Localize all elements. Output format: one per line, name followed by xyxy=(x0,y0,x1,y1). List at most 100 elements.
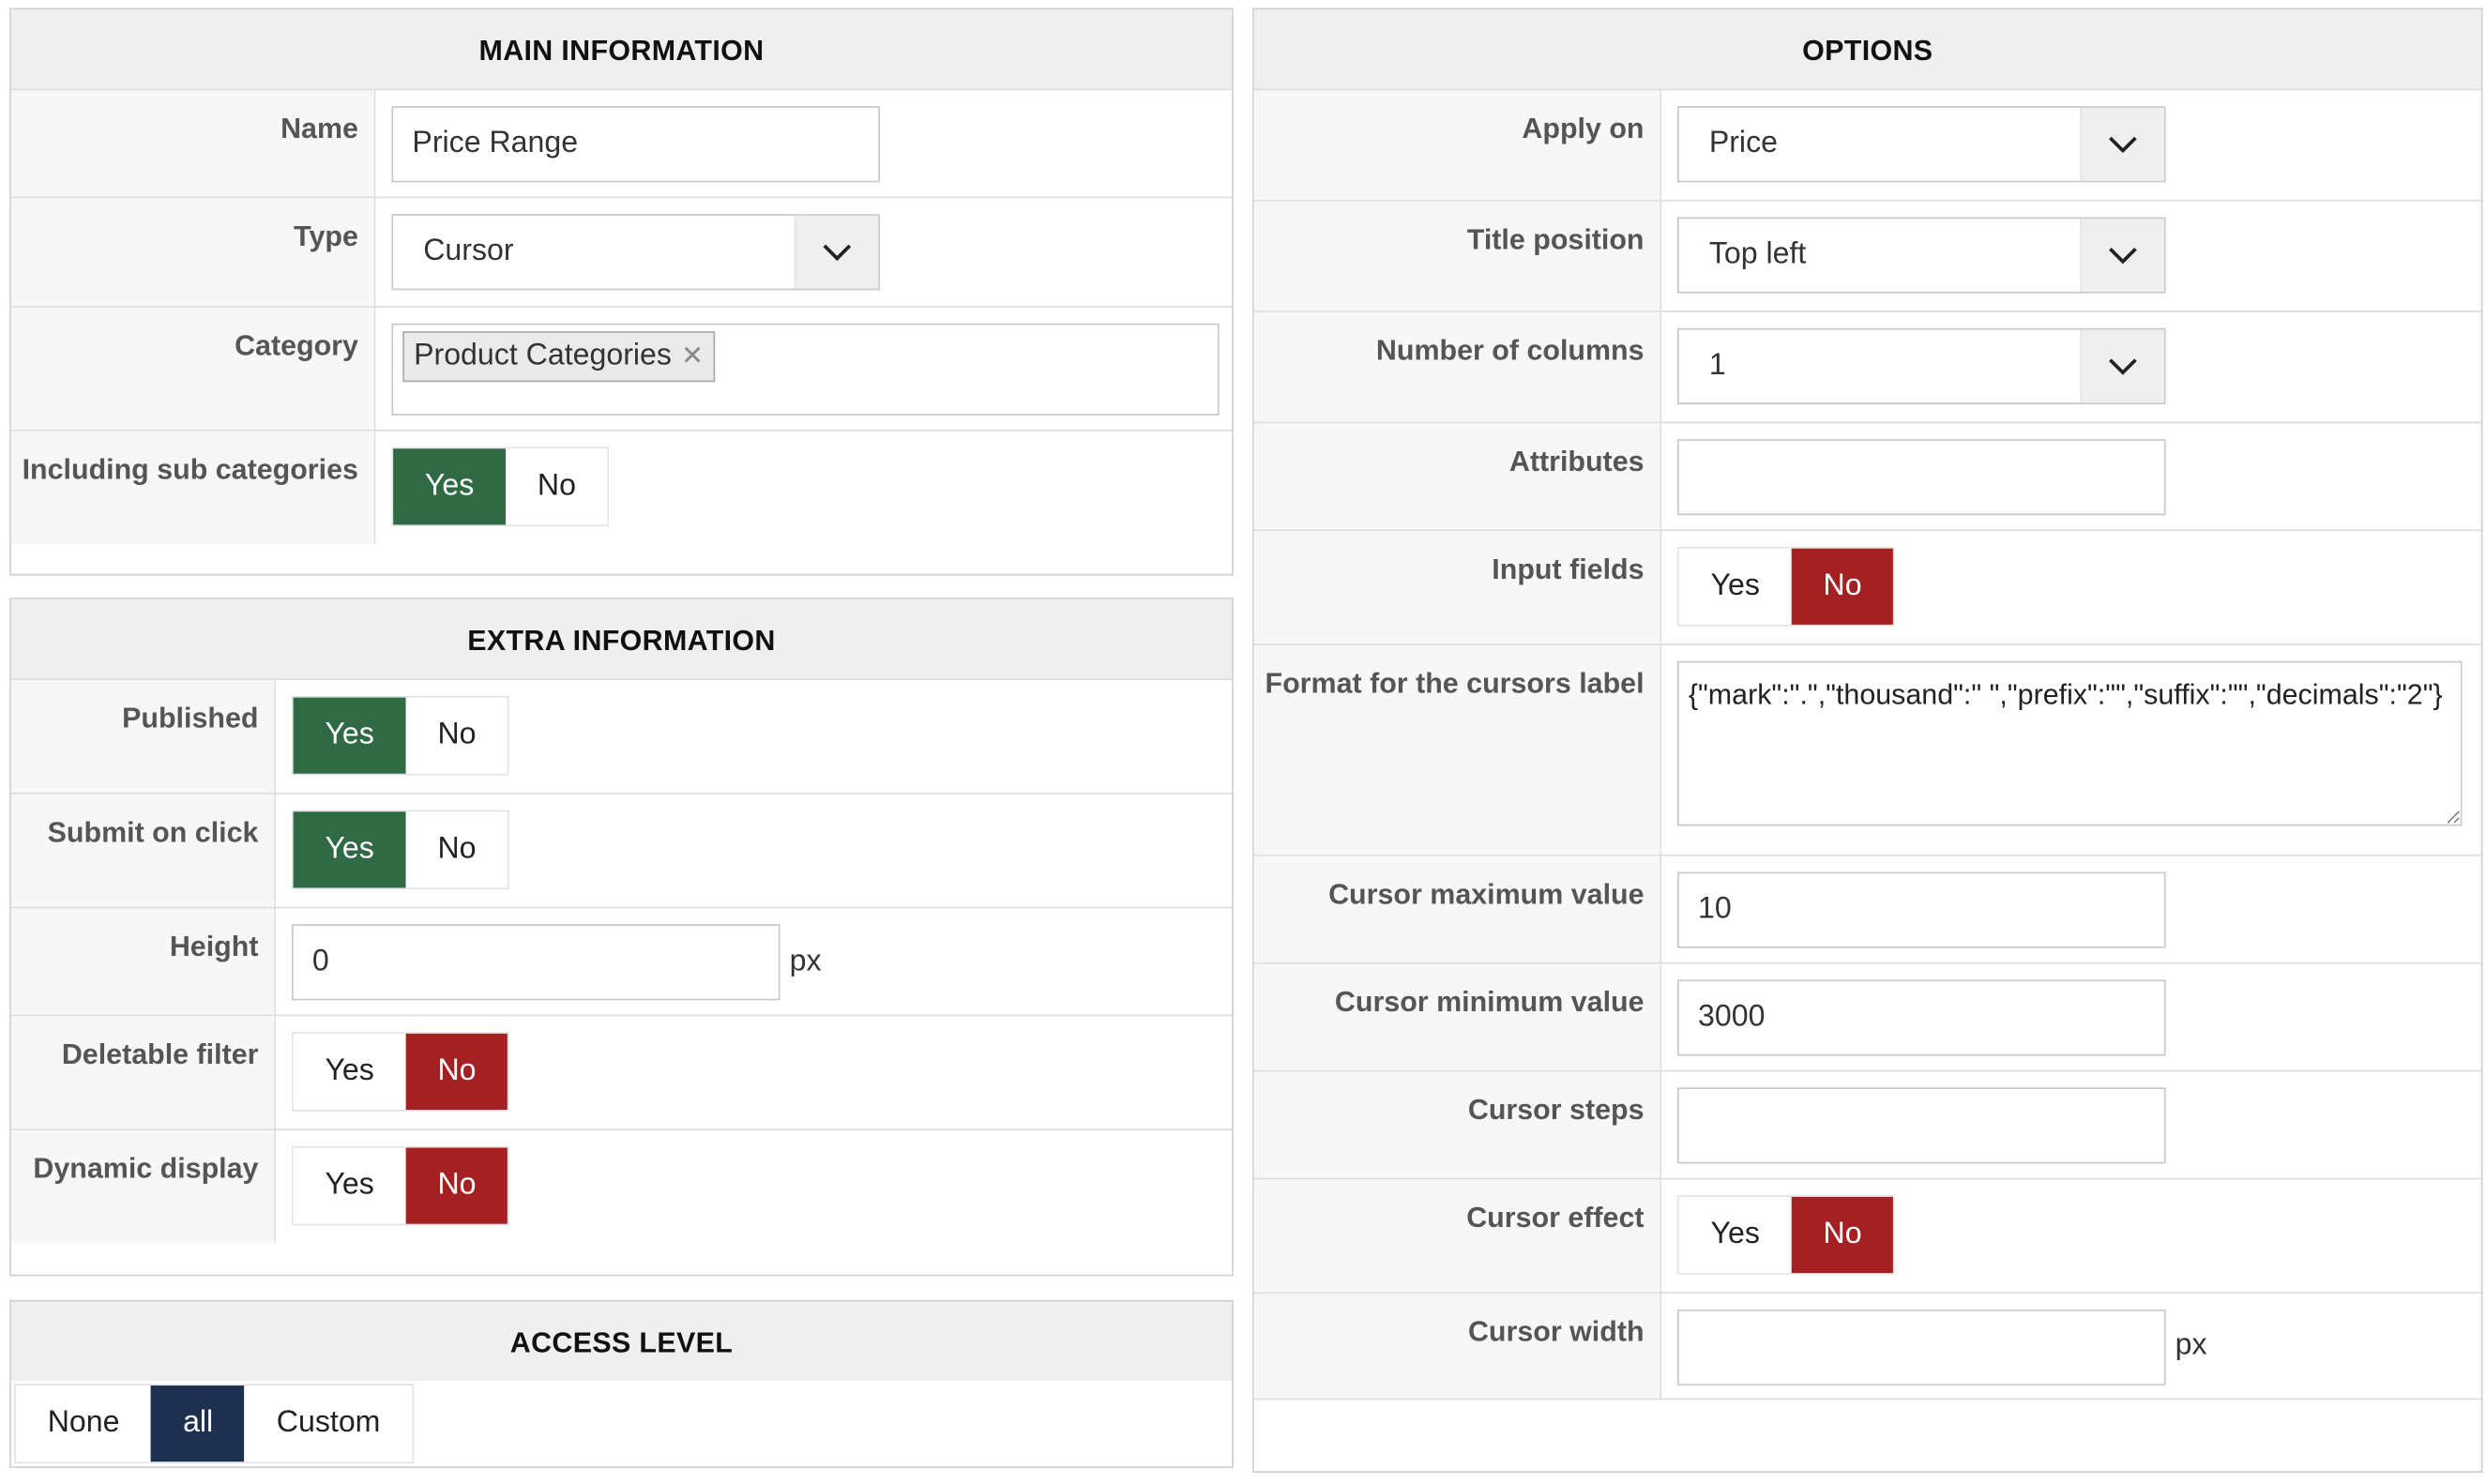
height-input[interactable]: 0 xyxy=(291,924,781,1001)
steps-input[interactable] xyxy=(1677,1087,2166,1164)
format-label: Format for the cursors label xyxy=(1253,644,1662,855)
steps-label: Cursor steps xyxy=(1253,1071,1662,1178)
access-level-title: ACCESS LEVEL xyxy=(10,1301,1233,1381)
name-row: Name Price Range xyxy=(10,88,1233,197)
published-no-button[interactable]: No xyxy=(405,697,508,774)
columns-label: Number of columns xyxy=(1253,311,1662,422)
format-textarea[interactable]: {"mark":".","thousand":" ","prefix":"","… xyxy=(1677,660,2463,826)
attributes-row: Attributes xyxy=(1253,421,2481,530)
columns-row: Number of columns 1 xyxy=(1253,310,2481,422)
effect-row: Cursor effect Yes No xyxy=(1253,1177,2481,1293)
max-row: Cursor maximum value 10 xyxy=(1253,854,2481,962)
including-yes-button[interactable]: Yes xyxy=(393,448,507,525)
steps-row: Cursor steps xyxy=(1253,1069,2481,1178)
access-level-panel: ACCESS LEVEL None all Custom xyxy=(9,1299,1234,1468)
options-panel: OPTIONS Apply on Price Title position To… xyxy=(1252,8,2483,1474)
width-unit: px xyxy=(2175,1328,2207,1362)
category-row: Category Product Categories ✕ xyxy=(10,306,1233,430)
apply-on-value: Price xyxy=(1708,127,1778,160)
remove-tag-icon[interactable]: ✕ xyxy=(681,341,704,372)
input-fields-no-button[interactable]: No xyxy=(1791,548,1894,625)
effect-yes-button[interactable]: Yes xyxy=(1678,1196,1792,1274)
effect-label: Cursor effect xyxy=(1253,1179,1662,1293)
category-label: Category xyxy=(10,307,376,430)
input-fields-toggle: Yes No xyxy=(1677,547,1896,627)
effect-no-button[interactable]: No xyxy=(1791,1196,1894,1274)
access-custom-button[interactable]: Custom xyxy=(244,1386,413,1462)
access-none-button[interactable]: None xyxy=(15,1386,152,1462)
width-row: Cursor width px xyxy=(1253,1292,2481,1401)
submit-yes-button[interactable]: Yes xyxy=(293,811,406,888)
chevron-down-icon[interactable] xyxy=(794,215,879,289)
title-position-select[interactable]: Top left xyxy=(1677,217,2166,294)
max-label: Cursor maximum value xyxy=(1253,856,1662,962)
width-input[interactable] xyxy=(1677,1309,2166,1386)
min-input[interactable]: 3000 xyxy=(1677,979,2166,1056)
including-no-button[interactable]: No xyxy=(506,448,608,525)
chevron-down-icon[interactable] xyxy=(2080,329,2164,403)
main-information-panel: MAIN INFORMATION Name Price Range Type C… xyxy=(9,8,1234,576)
attributes-label: Attributes xyxy=(1253,423,1662,530)
including-label: Including sub categories xyxy=(10,431,376,544)
type-row: Type Cursor xyxy=(10,196,1233,307)
chevron-down-icon[interactable] xyxy=(2080,219,2164,292)
apply-on-row: Apply on Price xyxy=(1253,88,2481,200)
submit-row: Submit on click Yes No xyxy=(10,793,1233,907)
published-label: Published xyxy=(10,680,277,793)
height-row: Height 0 px xyxy=(10,906,1233,1015)
access-all-button[interactable]: all xyxy=(151,1386,245,1462)
width-label: Cursor width xyxy=(1253,1294,1662,1399)
type-select-value: Cursor xyxy=(423,235,514,268)
dynamic-yes-button[interactable]: Yes xyxy=(293,1147,406,1224)
type-select[interactable]: Cursor xyxy=(391,214,880,291)
access-level-toggle: None all Custom xyxy=(14,1384,414,1463)
columns-value: 1 xyxy=(1708,348,1726,383)
published-toggle: Yes No xyxy=(291,695,509,776)
height-label: Height xyxy=(10,908,277,1015)
min-label: Cursor minimum value xyxy=(1253,963,1662,1070)
chevron-down-icon[interactable] xyxy=(2080,107,2164,181)
dynamic-toggle: Yes No xyxy=(291,1145,509,1226)
extra-information-panel: EXTRA INFORMATION Published Yes No Submi… xyxy=(9,598,1234,1277)
name-input[interactable]: Price Range xyxy=(391,106,880,183)
apply-on-label: Apply on xyxy=(1253,90,1662,200)
type-label: Type xyxy=(10,198,376,307)
apply-on-select[interactable]: Price xyxy=(1677,106,2166,183)
format-row: Format for the cursors label {"mark":"."… xyxy=(1253,644,2481,855)
submit-no-button[interactable]: No xyxy=(405,811,508,888)
including-row: Including sub categories Yes No xyxy=(10,429,1233,544)
category-tag-label: Product Categories xyxy=(414,339,672,373)
title-position-value: Top left xyxy=(1708,237,1807,271)
effect-toggle: Yes No xyxy=(1677,1195,1896,1275)
dynamic-label: Dynamic display xyxy=(10,1129,277,1243)
deletable-no-button[interactable]: No xyxy=(405,1033,508,1110)
form-stage: MAIN INFORMATION Name Price Range Type C… xyxy=(0,0,2486,1484)
columns-select[interactable]: 1 xyxy=(1677,327,2166,404)
dynamic-row: Dynamic display Yes No xyxy=(10,1128,1233,1243)
deletable-row: Deletable filter Yes No xyxy=(10,1014,1233,1129)
dynamic-no-button[interactable]: No xyxy=(405,1147,508,1224)
category-tag: Product Categories ✕ xyxy=(402,331,716,383)
name-label: Name xyxy=(10,90,376,197)
deletable-label: Deletable filter xyxy=(10,1016,277,1129)
published-row: Published Yes No xyxy=(10,678,1233,793)
title-position-row: Title position Top left xyxy=(1253,199,2481,311)
input-fields-row: Input fields Yes No xyxy=(1253,529,2481,644)
deletable-yes-button[interactable]: Yes xyxy=(293,1033,406,1110)
main-information-title: MAIN INFORMATION xyxy=(10,9,1233,89)
max-input[interactable]: 10 xyxy=(1677,871,2166,948)
min-row: Cursor minimum value 3000 xyxy=(1253,962,2481,1070)
extra-information-title: EXTRA INFORMATION xyxy=(10,598,1233,679)
input-fields-yes-button[interactable]: Yes xyxy=(1678,548,1792,625)
height-unit: px xyxy=(789,944,822,977)
title-position-label: Title position xyxy=(1253,201,1662,311)
submit-label: Submit on click xyxy=(10,794,277,907)
published-yes-button[interactable]: Yes xyxy=(293,697,406,774)
deletable-toggle: Yes No xyxy=(291,1032,509,1112)
including-toggle: Yes No xyxy=(391,447,610,527)
options-title: OPTIONS xyxy=(1253,9,2481,89)
category-multiselect[interactable]: Product Categories ✕ xyxy=(391,323,1220,416)
submit-toggle: Yes No xyxy=(291,810,509,890)
input-fields-label: Input fields xyxy=(1253,531,1662,644)
attributes-input[interactable] xyxy=(1677,439,2166,516)
